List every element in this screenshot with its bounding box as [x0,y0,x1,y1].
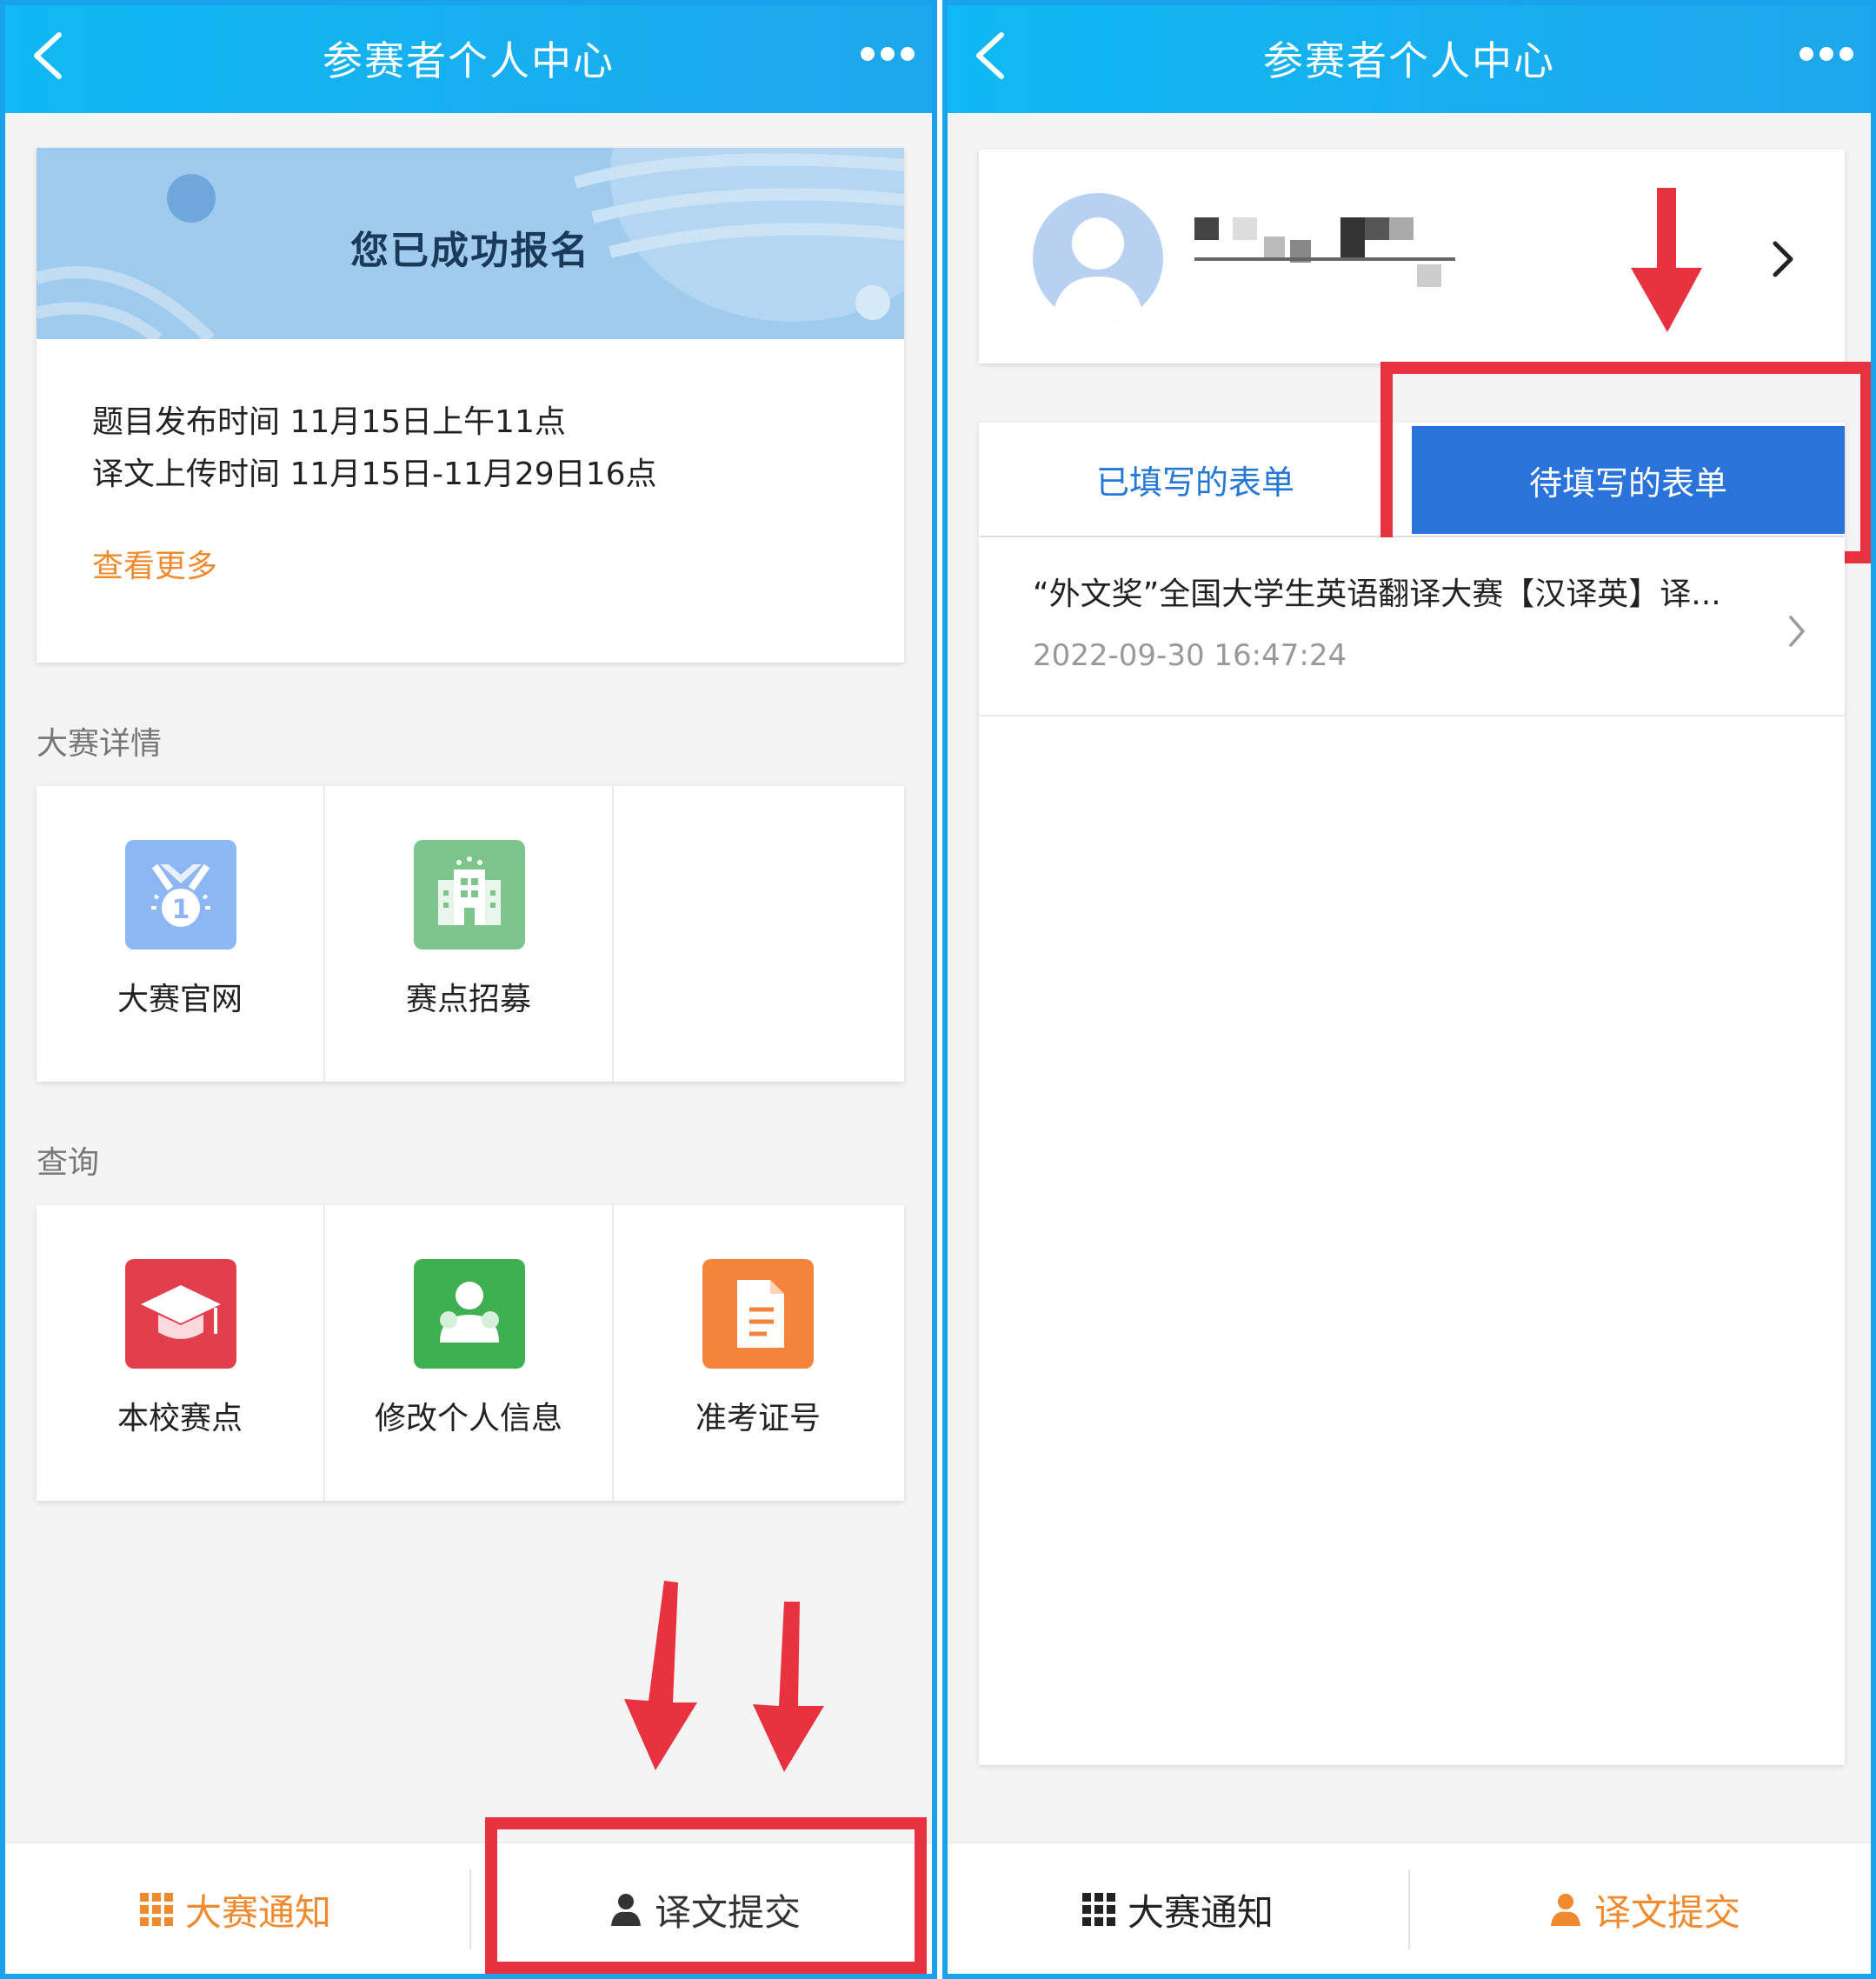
down-arrow-icon [753,1602,824,1772]
section-title-query: 查询 [37,1145,100,1181]
query-grid: 本校赛点 修改个人信息 准考证号 [37,1205,904,1501]
grid-icon [139,1893,173,1926]
medal-icon: 1 [125,840,236,950]
tab-label: 译文提交 [1593,1890,1740,1934]
grid-item-site-recruit[interactable]: 赛点招募 [325,786,614,1082]
tab-divider [1408,1869,1410,1949]
highlight-box [1380,362,1871,563]
grid-item-label: 准考证号 [695,1401,821,1436]
grid-item-label: 本校赛点 [116,1401,243,1436]
document-icon [702,1259,814,1369]
upload-time: 译文上传时间 11月15日-11月29日16点 [92,456,657,492]
tab-submit-translation[interactable]: 译文提交 [1417,1843,1871,1974]
grid-item-exam-number[interactable]: 准考证号 [614,1205,902,1501]
section-title-details: 大赛详情 [37,726,163,762]
chevron-right-icon [1789,616,1805,647]
tab-label: 大赛通知 [1127,1890,1274,1934]
tab-contest-notice[interactable]: 大赛通知 [948,1843,1407,1974]
form-title: “外文奖”全国大学生英语翻译大赛【汉译英】译... [1033,576,1721,612]
more-icon[interactable] [859,43,916,64]
list-item[interactable]: “外文奖”全国大学生英语翻译大赛【汉译英】译... 2022-09-30 16:… [979,537,1845,716]
grid-item-label: 修改个人信息 [374,1401,562,1436]
details-grid: 1 大赛官网 赛点招募 [37,786,904,1082]
grid-icon [1081,1893,1115,1926]
bottom-tab-bar: 大赛通知 译文提交 [948,1842,1871,1974]
grid-item-school-site[interactable]: 本校赛点 [37,1205,325,1501]
highlight-box [485,1817,927,1974]
tab-contest-notice[interactable]: 大赛通知 [5,1843,464,1974]
page-title: 参赛者个人中心 [323,37,615,84]
person-icon [414,1259,525,1369]
profile-card[interactable] [979,150,1845,363]
topic-release-time: 题目发布时间 11月15日上午11点 [92,404,566,440]
banner-title: 您已成功报名 [350,229,590,273]
tab-filled-forms[interactable]: 已填写的表单 [979,423,1412,536]
see-more-link[interactable]: 查看更多 [92,541,217,586]
registration-card: 您已成功报名 题目发布时间 11月15日上午11点 译文上传时间 11月15日-… [37,148,904,663]
success-banner: 您已成功报名 [37,148,904,339]
down-arrow-icon [624,1581,697,1770]
tab-label: 大赛通知 [184,1890,331,1934]
right-screen: 参赛者个人中心 已填写的表单 待填写的表单 “外文奖”全国大学生英语翻译大赛【汉… [942,0,1876,1979]
user-icon [1550,1894,1580,1926]
form-list: “外文奖”全国大学生英语翻译大赛【汉译英】译... 2022-09-30 16:… [979,537,1845,1765]
nav-bar: 参赛者个人中心 [5,5,932,113]
chevron-right-icon [1773,241,1793,277]
grid-item-empty [614,786,902,1082]
avatar [1033,193,1163,323]
down-arrow-icon [1631,188,1702,332]
page-title: 参赛者个人中心 [1263,37,1555,84]
tab-divider [469,1869,471,1949]
more-icon[interactable] [1798,43,1855,64]
grid-item-label: 大赛官网 [116,982,243,1017]
grid-item-official-site[interactable]: 1 大赛官网 [37,786,325,1082]
avatar-person-icon [1052,217,1144,323]
grid-item-label: 赛点招募 [405,982,531,1017]
nav-bar: 参赛者个人中心 [948,5,1871,113]
svg-text:1: 1 [172,895,190,925]
form-timestamp: 2022-09-30 16:47:24 [1033,638,1347,673]
graduation-cap-icon [125,1259,236,1369]
grid-item-edit-profile[interactable]: 修改个人信息 [325,1205,614,1501]
left-screen: 参赛者个人中心 您已成功报名 题目发布时间 11月15日上午11点 译文上传时间… [0,0,937,1979]
building-icon [414,840,525,950]
